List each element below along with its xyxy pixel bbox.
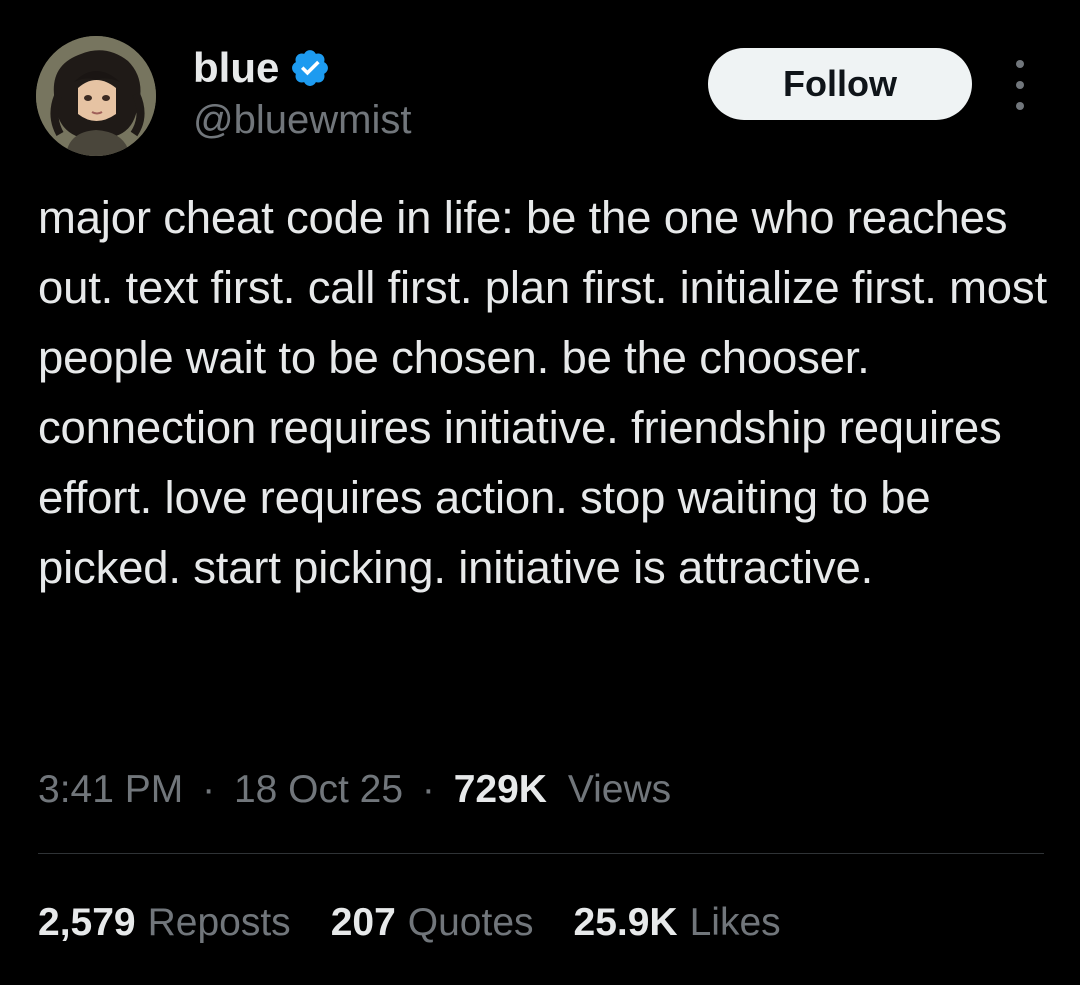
user-handle[interactable]: @bluewmist	[193, 96, 411, 144]
tweet-meta: 3:41 PM · 18 Oct 25 · 729K Views	[38, 762, 671, 818]
engagement-stats: 2,579 Reposts 207 Quotes 25.9K Likes	[38, 895, 781, 951]
likes-stat[interactable]: 25.9K Likes	[574, 895, 781, 951]
quotes-label: Quotes	[407, 901, 534, 944]
avatar[interactable]	[36, 36, 156, 156]
meta-separator: ·	[421, 768, 435, 811]
more-dot	[1016, 60, 1024, 68]
display-name[interactable]: blue	[193, 40, 279, 96]
quotes-stat[interactable]: 207 Quotes	[331, 895, 534, 951]
tweet-text: major cheat code in life: be the one who…	[38, 192, 1047, 593]
more-options-icon[interactable]	[1000, 60, 1040, 110]
follow-button[interactable]: Follow	[708, 48, 972, 120]
author-name-row: blue	[193, 40, 331, 96]
views-label: Views	[567, 768, 672, 811]
views-count: 729K	[453, 768, 547, 811]
divider	[38, 853, 1044, 854]
quotes-count: 207	[330, 901, 396, 944]
verified-badge-icon	[289, 47, 331, 89]
more-dot	[1016, 102, 1024, 110]
reposts-stat[interactable]: 2,579 Reposts	[38, 895, 291, 951]
tweet-time[interactable]: 3:41 PM	[38, 768, 183, 811]
tweet-date[interactable]: 18 Oct 25	[234, 768, 403, 811]
likes-label: Likes	[689, 901, 781, 944]
avatar-image	[36, 36, 156, 156]
meta-separator: ·	[202, 768, 216, 811]
reposts-label: Reposts	[147, 901, 291, 944]
more-dot	[1016, 81, 1024, 89]
reposts-count: 2,579	[38, 901, 136, 944]
likes-count: 25.9K	[573, 901, 678, 944]
